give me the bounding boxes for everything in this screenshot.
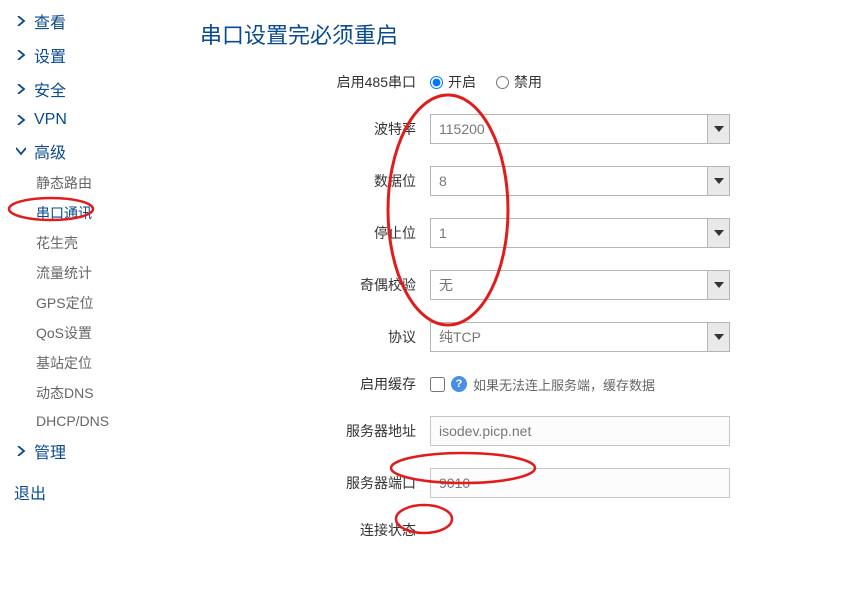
page-title: 串口设置完必须重启	[200, 0, 845, 72]
select-stopbits[interactable]: 1	[430, 218, 730, 248]
nav-label: 设置	[34, 43, 66, 67]
nav-item-settings[interactable]: 设置	[14, 38, 160, 72]
radio-input-off[interactable]	[496, 76, 509, 89]
select-protocol[interactable]: 纯TCP	[430, 322, 730, 352]
select-baud[interactable]: 115200	[430, 114, 730, 144]
dropdown-icon	[707, 167, 729, 195]
select-value: 无	[439, 275, 453, 295]
chevron-right-icon	[14, 14, 28, 28]
subnav-label: 静态路由	[36, 175, 92, 191]
select-value: 8	[439, 173, 447, 189]
label-server-port: 服务器端口	[200, 473, 430, 493]
nav-label: 安全	[34, 77, 66, 101]
nav-label: 查看	[34, 9, 66, 33]
label-databits: 数据位	[200, 171, 430, 191]
subnav-label: 花生壳	[36, 235, 78, 251]
subnav-label: 动态DNS	[36, 385, 94, 401]
chevron-right-icon	[14, 48, 28, 62]
subnav-ddns[interactable]: 动态DNS	[14, 378, 160, 408]
subnav-label: GPS定位	[36, 295, 94, 311]
subnav-static-route[interactable]: 静态路由	[14, 168, 160, 198]
label-conn-status: 连接状态	[200, 520, 430, 540]
nav-item-vpn[interactable]: VPN	[14, 106, 160, 134]
select-value: 115200	[439, 121, 485, 137]
label-protocol: 协议	[200, 327, 430, 347]
radio-label-on: 开启	[448, 72, 476, 92]
nav-label: 管理	[34, 439, 66, 463]
subnav-dhcpdns[interactable]: DHCP/DNS	[14, 408, 160, 434]
nav-item-manage[interactable]: 管理	[14, 434, 160, 468]
subnav-qos[interactable]: QoS设置	[14, 318, 160, 348]
select-parity[interactable]: 无	[430, 270, 730, 300]
dropdown-icon	[707, 323, 729, 351]
label-stopbits: 停止位	[200, 223, 430, 243]
radio-enable-on[interactable]: 开启	[430, 72, 476, 92]
subnav-cellloc[interactable]: 基站定位	[14, 348, 160, 378]
label-server-addr: 服务器地址	[200, 421, 430, 441]
nav-label: VPN	[34, 111, 67, 129]
logout-link[interactable]: 退出	[14, 468, 160, 504]
input-server-addr[interactable]	[430, 416, 730, 446]
chevron-right-icon	[14, 113, 28, 127]
nav-label: 高级	[34, 139, 66, 163]
logout-label: 退出	[14, 486, 46, 503]
subnav-serial[interactable]: 串口通讯	[14, 198, 160, 228]
input-server-port[interactable]	[430, 468, 730, 498]
help-icon[interactable]: ?	[451, 376, 467, 392]
checkbox-cache[interactable]	[430, 377, 445, 392]
cache-hint: 如果无法连上服务端，缓存数据	[473, 375, 655, 394]
radio-enable-off[interactable]: 禁用	[496, 72, 542, 92]
nav-item-view[interactable]: 查看	[14, 4, 160, 38]
dropdown-icon	[707, 219, 729, 247]
select-value: 纯TCP	[439, 327, 481, 347]
label-baud: 波特率	[200, 119, 430, 139]
chevron-right-icon	[14, 82, 28, 96]
subnav-label: 串口通讯	[36, 205, 92, 221]
subnav-gps[interactable]: GPS定位	[14, 288, 160, 318]
dropdown-icon	[707, 115, 729, 143]
label-cache: 启用缓存	[200, 374, 430, 394]
subnav-traffic[interactable]: 流量统计	[14, 258, 160, 288]
radio-label-off: 禁用	[514, 72, 542, 92]
dropdown-icon	[707, 271, 729, 299]
chevron-down-icon	[14, 144, 28, 158]
subnav-oray[interactable]: 花生壳	[14, 228, 160, 258]
select-value: 1	[439, 225, 447, 241]
label-parity: 奇偶校验	[200, 275, 430, 295]
subnav-label: 基站定位	[36, 355, 92, 371]
select-databits[interactable]: 8	[430, 166, 730, 196]
nav-item-advanced[interactable]: 高级	[14, 134, 160, 168]
nav-item-security[interactable]: 安全	[14, 72, 160, 106]
radio-input-on[interactable]	[430, 76, 443, 89]
label-enable485: 启用485串口	[200, 72, 430, 92]
subnav-label: 流量统计	[36, 265, 92, 281]
subnav-label: QoS设置	[36, 325, 92, 341]
subnav-label: DHCP/DNS	[36, 413, 109, 429]
chevron-right-icon	[14, 444, 28, 458]
